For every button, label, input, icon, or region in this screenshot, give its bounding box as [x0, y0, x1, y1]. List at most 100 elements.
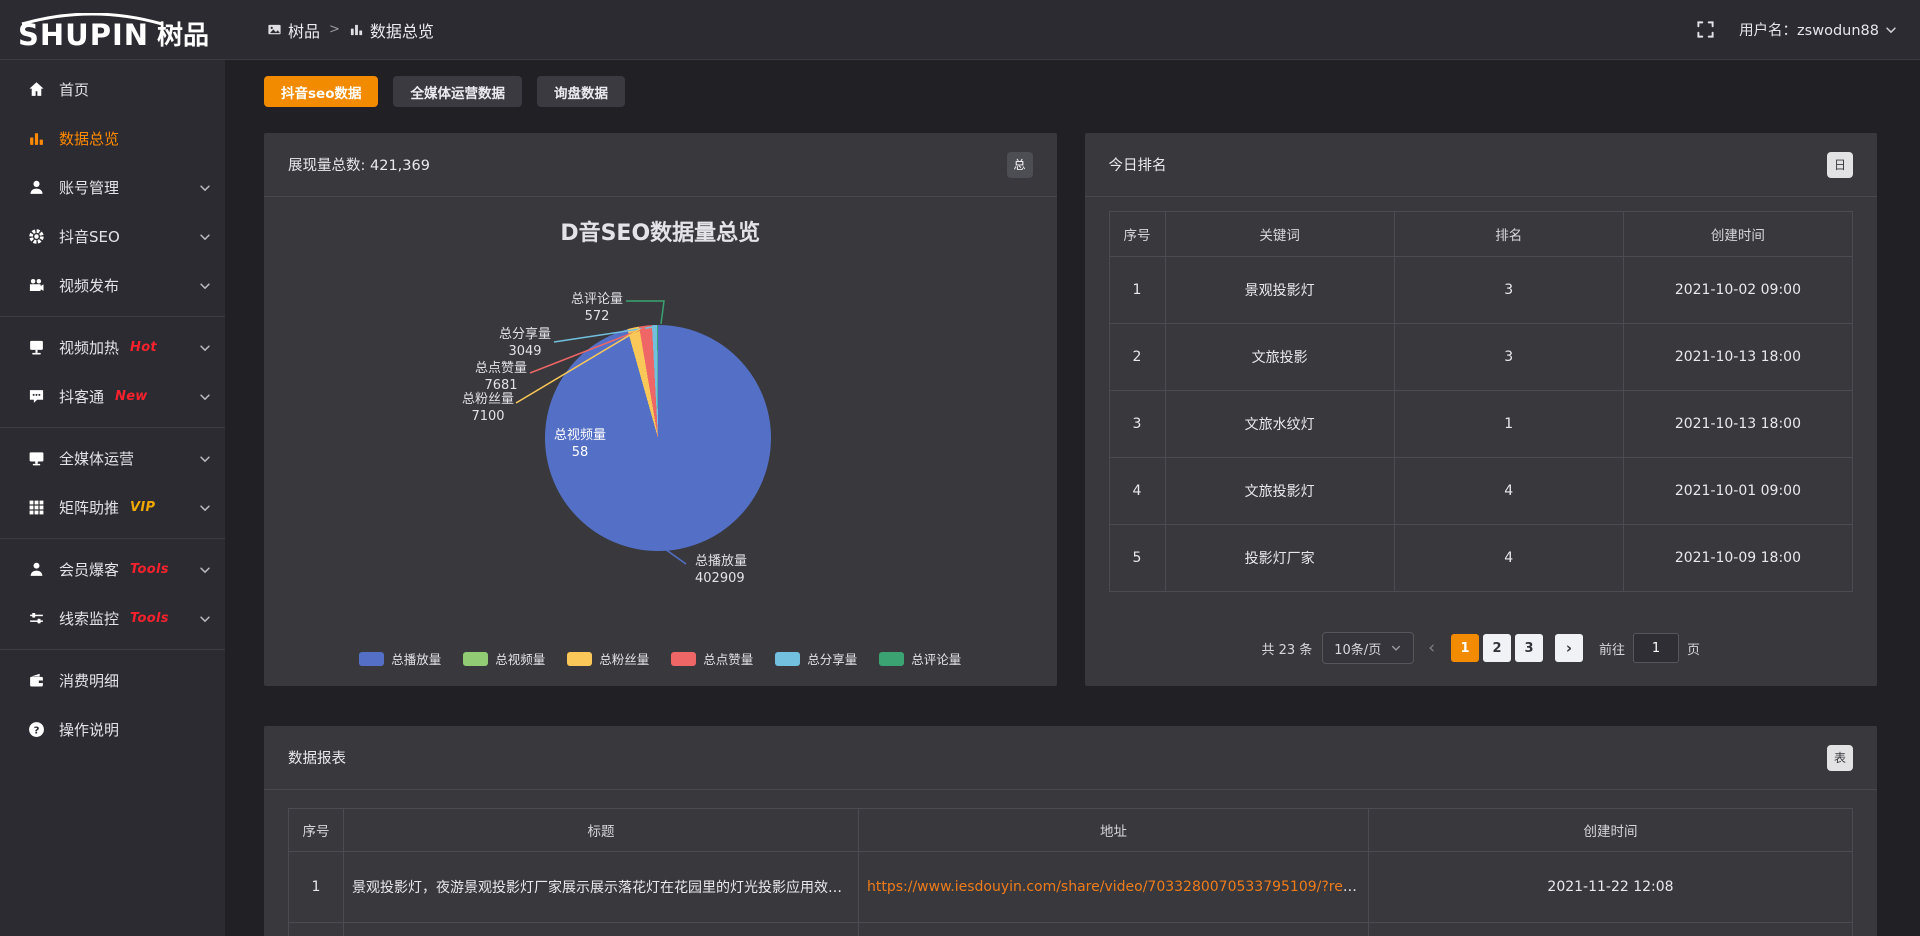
legend-item[interactable]: 总点赞量: [671, 649, 753, 668]
day-badge-button[interactable]: 日: [1827, 152, 1853, 178]
prev-page-button[interactable]: ‹: [1424, 638, 1439, 658]
chevron-down-icon: [198, 612, 212, 626]
legend-label: 总粉丝量: [599, 649, 649, 668]
sidebar-item-home[interactable]: 首页: [0, 65, 225, 114]
impressions-total-label: 展现量总数: 421,369: [288, 154, 430, 175]
legend-item[interactable]: 总视频量: [463, 649, 545, 668]
sidebar-item-label: 首页: [59, 79, 89, 100]
chevron-down-icon: [198, 452, 212, 466]
goto-page: 前往 1 页: [1599, 633, 1700, 663]
table-cell: 4: [1394, 525, 1623, 592]
seo-pie-chart: D音SEO数据量总览 总评论量 572 总分享量: [264, 197, 1057, 685]
table-cell: 2021-10-13 18:00: [1623, 391, 1852, 458]
report-panel-header: 数据报表 表: [264, 726, 1877, 790]
chevron-down-icon: [198, 563, 212, 577]
user-menu[interactable]: 用户名：zswodun88: [1739, 19, 1898, 40]
pie-label-like: 总点赞量 7681: [461, 360, 541, 394]
sidebar-item-clue-monitor[interactable]: 线索监控Tools: [0, 594, 225, 643]
tab-douyin-seo-data[interactable]: 抖音seo数据: [264, 76, 378, 107]
sidebar-divider: [0, 316, 225, 317]
sidebar-item-account-manage[interactable]: 账号管理: [0, 163, 225, 212]
overview-panel: 展现量总数: 421,369 总 D音SEO数据量总览 总评论量: [264, 133, 1057, 686]
photo-icon: [267, 22, 282, 37]
chevron-down-icon: [198, 230, 212, 244]
table-cell: 投影灯厂家: [1165, 525, 1394, 592]
sidebar-item-video-heating[interactable]: 视频加热Hot: [0, 323, 225, 372]
legend-item[interactable]: 总粉丝量: [567, 649, 649, 668]
logo: SHUPIN 树品: [0, 9, 267, 50]
table-cell: 1: [289, 852, 344, 923]
breadcrumb-item-home[interactable]: 树品: [267, 18, 320, 42]
table-cell: 文旅水纹灯: [1165, 391, 1394, 458]
table-cell: 2021-11-22 12:08: [1369, 852, 1853, 923]
home-icon: [28, 81, 45, 98]
table-cell: [859, 923, 1369, 936]
table-cell: 2021-10-01 09:00: [1623, 458, 1852, 525]
chevron-down-icon: [1884, 23, 1898, 37]
table-badge-button[interactable]: 表: [1827, 745, 1853, 771]
report-panel: 数据报表 表 序号标题地址创建时间1景观投影灯，夜游景观投影灯厂家展示展示落花灯…: [264, 726, 1877, 936]
table-cell: 1: [1109, 257, 1165, 324]
sidebar-item-label: 消费明细: [59, 670, 119, 691]
legend-item[interactable]: 总分享量: [775, 649, 857, 668]
report-panel-title: 数据报表: [288, 747, 346, 768]
user-icon: [28, 179, 45, 196]
legend-label: 总视频量: [495, 649, 545, 668]
total-badge-button[interactable]: 总: [1007, 152, 1033, 178]
sidebar-item-operation-guide[interactable]: ?操作说明: [0, 705, 225, 754]
sidebar-item-consume-detail[interactable]: 消费明细: [0, 656, 225, 705]
table-cell: 4: [1394, 458, 1623, 525]
member-icon: [28, 561, 45, 578]
column-header: 创建时间: [1623, 212, 1852, 257]
ranking-panel-header: 今日排名 日: [1085, 133, 1878, 197]
table-cell: 3: [1394, 324, 1623, 391]
ranking-panel-title: 今日排名: [1109, 154, 1167, 175]
chevron-down-icon: [198, 390, 212, 404]
table-cell: 5: [1109, 525, 1165, 592]
sidebar-item-video-publish[interactable]: 视频发布: [0, 261, 225, 310]
video-link[interactable]: https://www.iesdouyin.com/share/video/70…: [867, 879, 1369, 895]
pie-label-comments: 总评论量 572: [557, 291, 637, 325]
sidebar-item-media-operation[interactable]: 全媒体运营: [0, 434, 225, 483]
tab-media-operation-data[interactable]: 全媒体运营数据: [393, 76, 522, 107]
report-panel-body: 序号标题地址创建时间1景观投影灯，夜游景观投影灯厂家展示展示落花灯在花园里的灯光…: [264, 790, 1877, 936]
goto-page-input[interactable]: 1: [1633, 633, 1679, 663]
table-cell: [1369, 923, 1853, 936]
tab-inquiry-data[interactable]: 询盘数据: [537, 76, 625, 107]
sidebar-item-label: 视频发布: [59, 275, 119, 296]
sidebar-item-douyin-seo[interactable]: 抖音SEO: [0, 212, 225, 261]
column-header: 标题: [344, 809, 859, 852]
page-button-1[interactable]: 1: [1451, 634, 1479, 662]
breadcrumb-item-current[interactable]: 数据总览: [349, 18, 434, 42]
sidebar-item-data-overview[interactable]: 数据总览: [0, 114, 225, 163]
legend-item[interactable]: 总评论量: [879, 649, 961, 668]
table-row: 1景观投影灯32021-10-02 09:00: [1109, 257, 1853, 324]
sidebar-item-member-baoke[interactable]: 会员爆客Tools: [0, 545, 225, 594]
sidebar-item-doukertong[interactable]: 抖客通New: [0, 372, 225, 421]
page-size-select[interactable]: 10条/页: [1322, 632, 1414, 664]
table-cell: 4: [1109, 458, 1165, 525]
sidebar-item-label: 全媒体运营: [59, 448, 134, 469]
legend-swatch: [567, 652, 592, 666]
page-button-3[interactable]: 3: [1515, 634, 1543, 662]
column-header: 排名: [1394, 212, 1623, 257]
monitor-icon: [28, 450, 45, 467]
chart-title: D音SEO数据量总览: [264, 197, 1057, 247]
sidebar-item-label: 抖音SEO: [59, 226, 120, 247]
username-label: 用户名：zswodun88: [1739, 19, 1879, 40]
sidebar-divider: [0, 538, 225, 539]
chart-legend: 总播放量 总视频量 总粉丝量 总点赞量 总分享量 总评论量: [264, 649, 1057, 668]
fullscreen-icon[interactable]: [1696, 20, 1715, 39]
table-row: 2文旅投影32021-10-13 18:00: [1109, 324, 1853, 391]
chevron-down-icon: [198, 341, 212, 355]
page-button-2[interactable]: 2: [1483, 634, 1511, 662]
table-cell: https://www.iesdouyin.com/share/video/70…: [859, 852, 1369, 923]
sidebar-item-badge: Tools: [130, 611, 169, 626]
sidebar-item-label: 会员爆客: [59, 559, 119, 580]
sidebar-item-label: 视频加热: [59, 337, 119, 358]
legend-item[interactable]: 总播放量: [359, 649, 441, 668]
table-cell: 3: [1394, 257, 1623, 324]
logo-arc-icon: [18, 13, 166, 25]
next-page-button[interactable]: ›: [1555, 634, 1583, 662]
sidebar-item-matrix-boost[interactable]: 矩阵助推VIP: [0, 483, 225, 532]
